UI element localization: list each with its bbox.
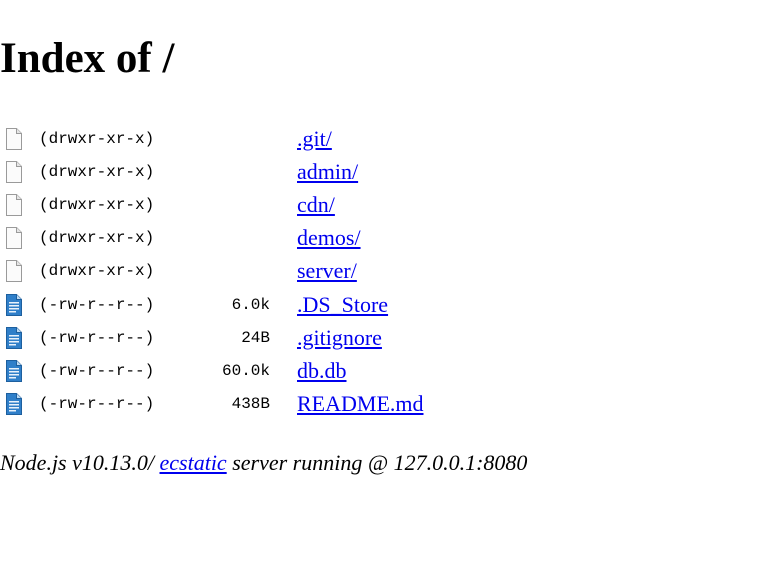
ecstatic-link[interactable]: ecstatic — [160, 450, 227, 475]
file-link-ds-store[interactable]: .DS_Store — [297, 292, 388, 317]
blank-document-icon — [0, 222, 39, 255]
file-size-label — [219, 155, 270, 188]
directory-link-admin[interactable]: admin/ — [297, 159, 358, 184]
permissions-label: (drwxr-xr-x) — [39, 229, 155, 248]
file-size-label — [219, 188, 270, 221]
file-link-gitignore[interactable]: .gitignore — [297, 325, 382, 350]
permissions-label: (drwxr-xr-x) — [39, 262, 155, 281]
listing-row: (drwxr-xr-x) .git/ — [0, 122, 424, 155]
blank-document-icon — [0, 155, 39, 188]
permissions-label: (-rw-r--r--) — [39, 395, 155, 414]
footer-suffix: server running @ 127.0.0.1:8080 — [226, 450, 528, 475]
listing-row: (drwxr-xr-x) server/ — [0, 255, 424, 288]
page-title: Index of / — [0, 35, 175, 82]
file-link-readme[interactable]: README.md — [297, 391, 424, 416]
file-size-label — [219, 122, 270, 155]
file-link-db[interactable]: db.db — [297, 358, 347, 383]
listing-row: (drwxr-xr-x) admin/ — [0, 155, 424, 188]
directory-link-cdn[interactable]: cdn/ — [297, 192, 335, 217]
blank-document-icon — [0, 255, 39, 288]
text-document-icon — [0, 354, 39, 387]
permissions-label: (drwxr-xr-x) — [39, 162, 155, 181]
permissions-label: (drwxr-xr-x) — [39, 129, 155, 148]
file-size-label: 24B — [241, 328, 270, 347]
blank-document-icon — [0, 122, 39, 155]
permissions-label: (-rw-r--r--) — [39, 361, 155, 380]
listing-row: (drwxr-xr-x) demos/ — [0, 222, 424, 255]
permissions-label: (drwxr-xr-x) — [39, 195, 155, 214]
directory-link-server[interactable]: server/ — [297, 258, 357, 283]
footer-prefix: Node.js v10.13.0/ — [0, 450, 160, 475]
text-document-icon — [0, 288, 39, 321]
file-size-label: 438B — [231, 395, 270, 414]
directory-link-git[interactable]: .git/ — [297, 126, 332, 151]
permissions-label: (-rw-r--r--) — [39, 328, 155, 347]
listing-row: (drwxr-xr-x) cdn/ — [0, 188, 424, 221]
file-size-label: 60.0k — [221, 361, 270, 380]
blank-document-icon — [0, 188, 39, 221]
server-footer: Node.js v10.13.0/ ecstatic server runnin… — [0, 449, 527, 477]
directory-listing: (drwxr-xr-x) .git/ (drwxr-xr-x) admin/ (… — [0, 122, 424, 421]
text-document-icon — [0, 321, 39, 354]
file-size-label — [219, 255, 270, 288]
file-size-label — [219, 222, 270, 255]
permissions-label: (-rw-r--r--) — [39, 295, 155, 314]
listing-row: (-rw-r--r--) 438B README.md — [0, 388, 424, 421]
listing-row: (-rw-r--r--) 24B .gitignore — [0, 321, 424, 354]
listing-row: (-rw-r--r--) 60.0k db.db — [0, 354, 424, 387]
file-size-label: 6.0k — [231, 295, 270, 314]
directory-link-demos[interactable]: demos/ — [297, 225, 361, 250]
text-document-icon — [0, 388, 39, 421]
listing-row: (-rw-r--r--) 6.0k .DS_Store — [0, 288, 424, 321]
